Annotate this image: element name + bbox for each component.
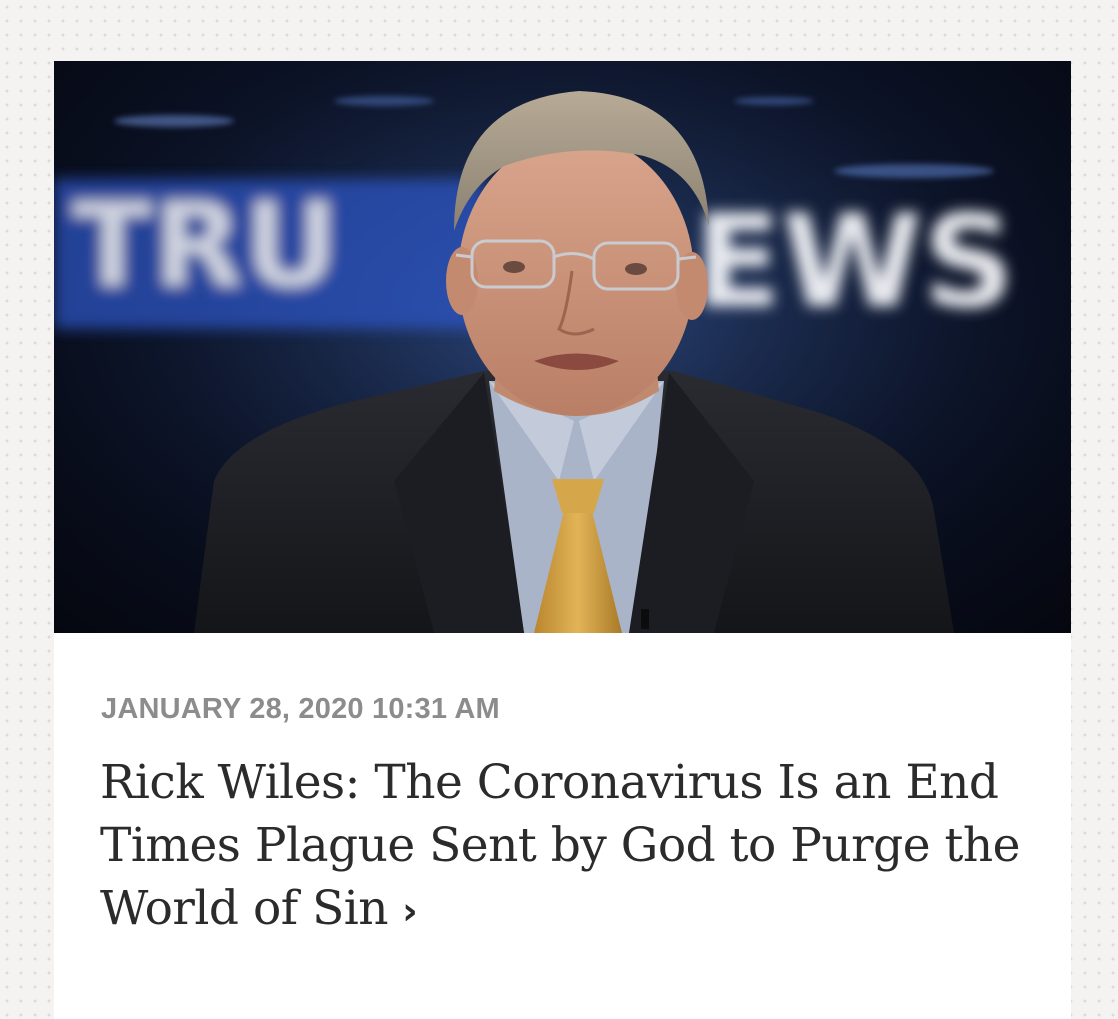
face xyxy=(458,136,694,416)
logo-text-left: TRU xyxy=(72,176,339,314)
article-image[interactable]: TRU EWS xyxy=(54,61,1071,633)
anchor-photo: TRU EWS xyxy=(54,61,1071,633)
logo-text-right: EWS xyxy=(694,188,1015,337)
article-headline-link[interactable]: Rick Wiles: The Coronavirus Is an End Ti… xyxy=(100,751,1040,943)
article-timestamp: JANUARY 28, 2020 10:31 AM xyxy=(101,693,500,725)
lapel-mic xyxy=(641,609,649,629)
article-card[interactable]: TRU EWS JANUARY 28, 2020 10:31 AM Rick W… xyxy=(54,61,1071,1019)
article-headline[interactable]: Rick Wiles: The Coronavirus Is an End Ti… xyxy=(100,755,1020,936)
chevron-right-icon[interactable]: › xyxy=(402,889,418,933)
